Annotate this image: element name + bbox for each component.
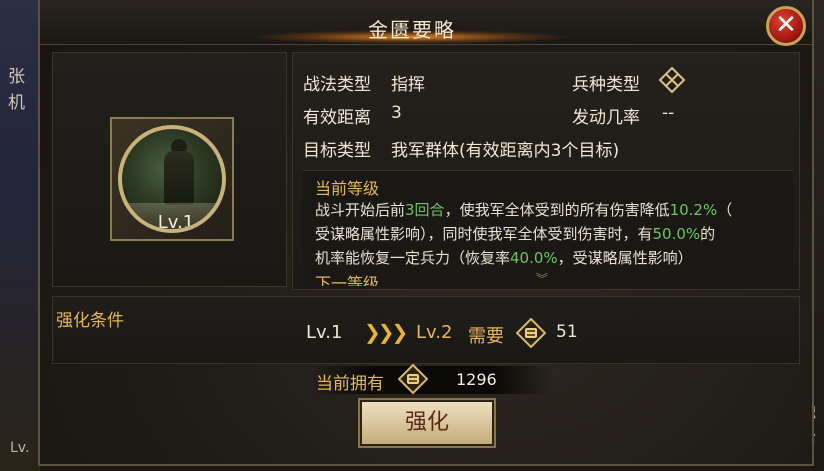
scroll-down-icon[interactable]: ︾ — [536, 270, 548, 287]
next-level-heading: 下一等级 — [315, 274, 380, 286]
background-level-text: Lv. — [10, 440, 30, 456]
current-level-heading: 当前等级 — [315, 179, 380, 198]
material-icon — [516, 318, 546, 348]
background-left-text: 张 — [8, 67, 25, 87]
range-label: 有效距离 — [303, 108, 371, 128]
description-line: 受谋略属性影响），同时使我军全体受到伤害时，有50.0%的 — [315, 225, 716, 243]
current-level-description: 战斗开始后前3回合，使我军全体受到的所有伤害降低10.2%（ 受谋略属性影响），… — [315, 198, 785, 270]
tactic-medal: Lv.1 — [110, 117, 234, 241]
troop-type-icon — [658, 66, 686, 94]
chevron-right-icon: ❯❯❯ — [364, 320, 408, 344]
next-level: Lv.2 — [416, 322, 453, 343]
current-level: Lv.1 — [306, 322, 343, 343]
trigger-chance-label: 发动几率 — [572, 108, 640, 128]
material-icon — [398, 364, 428, 394]
tactic-type-value: 指挥 — [391, 75, 425, 95]
upgrade-cost: 51 — [556, 322, 578, 342]
tactic-type-label: 战法类型 — [303, 75, 371, 95]
owned-value: 1296 — [456, 370, 497, 389]
warrior-figure — [164, 151, 194, 205]
tactic-portrait-image: Lv.1 — [118, 125, 226, 233]
target-type-value: 我军群体(有效距离内3个目标) — [391, 141, 620, 161]
close-button[interactable]: ✕ — [766, 6, 806, 46]
need-label: 需要 — [468, 326, 504, 347]
target-type-label: 目标类型 — [303, 141, 371, 161]
owned-label: 当前拥有 — [316, 374, 384, 394]
background-left-panel: 张 机 — [0, 0, 40, 471]
dialog-title: 金匮要略 — [368, 18, 456, 42]
description-line: 机率能恢复一定兵力（恢复率40.0%，受谋略属性影响） — [315, 249, 693, 267]
description-line: 战斗开始后前3回合，使我军全体受到的所有伤害降低10.2%（ — [315, 201, 733, 219]
trigger-chance-value: -- — [662, 103, 675, 123]
upgrade-condition-title: 强化条件 — [56, 311, 124, 331]
troop-type-label: 兵种类型 — [572, 75, 640, 95]
upgrade-button[interactable]: 强化 — [358, 398, 496, 448]
range-value: 3 — [391, 103, 402, 123]
background-left-text: 机 — [8, 93, 25, 113]
